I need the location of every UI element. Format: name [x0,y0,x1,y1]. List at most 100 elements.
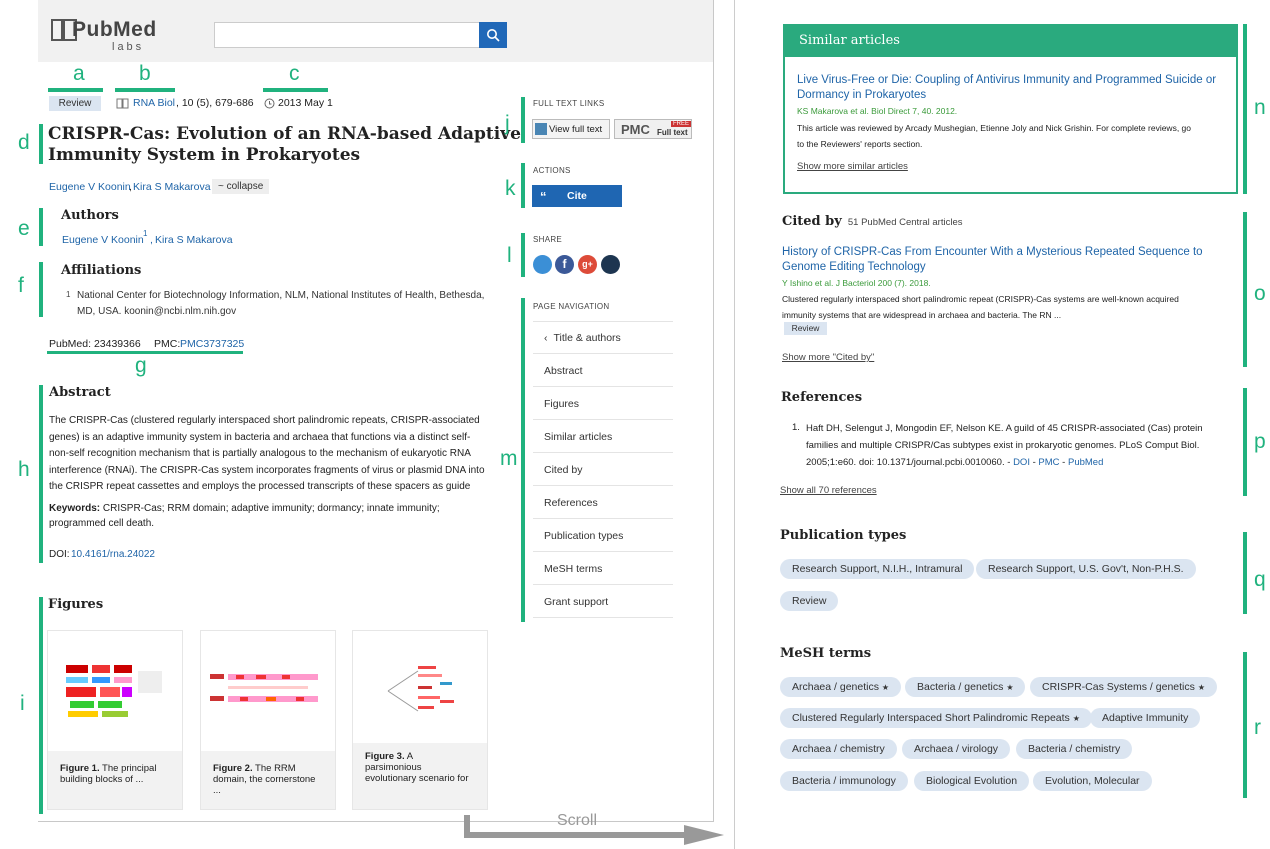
mesh-pill-5[interactable]: Adaptive Immunity [1090,708,1201,728]
nav-publication-types[interactable]: Publication types [533,520,673,552]
pmc-id-link[interactable]: PMC3737325 [180,338,244,350]
bar-p [1243,388,1247,496]
pubmed-id: PubMed: 23439366 [49,338,141,350]
search-button[interactable] [479,22,507,48]
bar-d [39,124,43,164]
nav-similar-articles[interactable]: Similar articles [533,421,673,453]
nav-mesh-terms[interactable]: MeSH terms [533,553,673,585]
view-full-text-label: View full text [549,124,603,135]
author-link-1[interactable]: Eugene V Koonin [49,181,131,193]
cited-article-line1: History of CRISPR-Cas From Encounter Wit… [782,246,1203,258]
cited-article-link[interactable]: History of CRISPR-Cas From Encounter Wit… [782,245,1203,275]
cited-desc-line2: immunity systems that are widespread in … [782,310,1062,320]
mesh-pill-8[interactable]: Bacteria / chemistry [1016,739,1133,759]
label-f: f [18,274,24,297]
cited-article-desc: Clustered regularly interspaced short pa… [782,291,1179,323]
figure-3-line2: parsimonious [365,762,422,773]
nav-figures[interactable]: Figures [533,388,673,420]
label-c: c [289,62,300,85]
doi-link[interactable]: 10.4161/rna.24022 [71,549,155,560]
similar-article-link[interactable]: Live Virus-Free or Die: Coupling of Anti… [797,73,1216,103]
facebook-icon[interactable]: f [555,255,574,274]
view-full-text-button[interactable]: View full text [532,119,610,139]
logo-text: PubMed [72,18,157,41]
reference-doi-link[interactable]: DOI [1013,457,1030,468]
show-all-references-link[interactable]: Show all 70 references [780,485,877,496]
bar-o [1243,212,1247,367]
pubmed-logo[interactable]: PubMed labs [50,16,170,56]
collapse-button[interactable]: ~ collapse [212,179,270,194]
affiliation-line1: National Center for Biotechnology Inform… [77,290,485,301]
nav-references[interactable]: References [533,487,673,519]
authors-section-author2[interactable]: Kira S Makarova [155,234,233,246]
label-n: n [1254,96,1266,119]
pubtype-pill-1[interactable]: Research Support, N.I.H., Intramural [780,559,975,579]
review-badge[interactable]: Review [49,96,101,111]
abstract-line: The CRISPR-Cas (clustered regularly inte… [49,415,480,426]
mesh-pill-10[interactable]: Biological Evolution [914,771,1030,791]
copy-link-icon[interactable] [601,255,620,274]
twitter-icon[interactable] [533,255,552,274]
nav-grant-support[interactable]: Grant support [533,586,673,618]
mesh-pill-6[interactable]: Archaea / chemistry [780,739,897,759]
figure-card-3[interactable]: Figure 3. A parsimonious evolutionary sc… [352,630,488,810]
abstract-heading: Abstract [49,385,111,400]
reference-pubmed-link[interactable]: PubMed [1068,457,1103,468]
similar-desc-line2: to the Reviewers' reports section. [797,139,923,149]
nav-cited-by[interactable]: Cited by [533,454,673,486]
figure-3-line3: evolutionary scenario for [365,773,469,784]
label-a: a [73,62,85,85]
nav-abstract[interactable]: Abstract [533,355,673,387]
search-icon [487,29,500,42]
show-more-cited-link[interactable]: Show more "Cited by" [782,352,874,363]
show-more-similar-link[interactable]: Show more similar articles [797,161,908,172]
label-k: k [505,177,516,200]
similar-desc-line1: This article was reviewed by Arcady Mush… [797,123,1192,133]
mesh-pill-9[interactable]: Bacteria / immunology [780,771,908,791]
pubtype-pill-3[interactable]: Review [780,591,839,611]
article-title: CRISPR-Cas: Evolution of an RNA-based Ad… [48,124,521,166]
pmc-full-text-button[interactable]: PMC FREE Full text [614,119,692,139]
mesh-pill-2-label: Bacteria / genetics [917,681,1004,693]
cited-by-heading: Cited by [782,214,842,229]
nav-title-authors[interactable]: ‹ Title & authors [533,322,673,354]
authors-section-author1[interactable]: Eugene V Koonin [62,234,144,246]
google-plus-icon[interactable]: g+ [578,255,597,274]
reference-line3: 2005;1:e60. doi: 10.1371/journal.pcbi.00… [806,457,1014,468]
author-sep: , [129,181,132,193]
pmc-logo: PMC [621,122,650,137]
affiliations-heading: Affiliations [61,263,142,278]
similar-article-desc: This article was reviewed by Arcady Mush… [797,120,1191,152]
figure-2-rest: The RRM [252,763,296,774]
label-o: o [1254,282,1266,305]
mesh-pill-7[interactable]: Archaea / virology [902,739,1011,759]
cite-button[interactable]: “ Cite [532,185,622,207]
chevron-left-icon: ‹ [544,332,548,344]
bar-f [39,262,43,317]
figure-card-2[interactable]: Figure 2. The RRM domain, the cornerston… [200,630,336,810]
mesh-pill-1[interactable]: Archaea / genetics ★ [780,677,902,697]
mesh-pill-2[interactable]: Bacteria / genetics ★ [905,677,1026,697]
cited-review-badge[interactable]: Review [784,322,827,335]
reference-text: Haft DH, Selengut J, Mongodin EF, Nelson… [806,420,1203,471]
star-icon: ★ [881,683,890,692]
similar-article-line1: Live Virus-Free or Die: Coupling of Anti… [797,74,1217,86]
mesh-pill-3[interactable]: CRISPR-Cas Systems / genetics ★ [1030,677,1217,697]
scroll-label: Scroll [557,812,598,829]
abstract-text: The CRISPR-Cas (clustered regularly inte… [49,413,509,496]
authors-section-sup[interactable]: 1 [143,229,147,238]
similar-article-line2: Dormancy in Prokaryotes [797,89,927,101]
article-title-line2: Immunity System in Prokaryotes [48,145,361,165]
mesh-pill-4[interactable]: Clustered Regularly Interspaced Short Pa… [780,708,1092,728]
figure-card-1[interactable]: Figure 1. The principal building blocks … [47,630,183,810]
search-input[interactable] [214,22,480,48]
author-link-2[interactable]: Kira S Makarova [133,181,211,193]
label-b: b [139,62,151,85]
similar-articles-title: Similar articles [799,33,900,48]
pubtype-pill-2[interactable]: Research Support, U.S. Gov't, Non-P.H.S. [976,559,1196,579]
mesh-pill-4-label: Clustered Regularly Interspaced Short Pa… [792,712,1070,724]
bar-k [521,163,525,208]
journal-link[interactable]: RNA Biol [133,97,175,109]
reference-pmc-link[interactable]: PMC [1038,457,1059,468]
mesh-pill-11[interactable]: Evolution, Molecular [1033,771,1152,791]
